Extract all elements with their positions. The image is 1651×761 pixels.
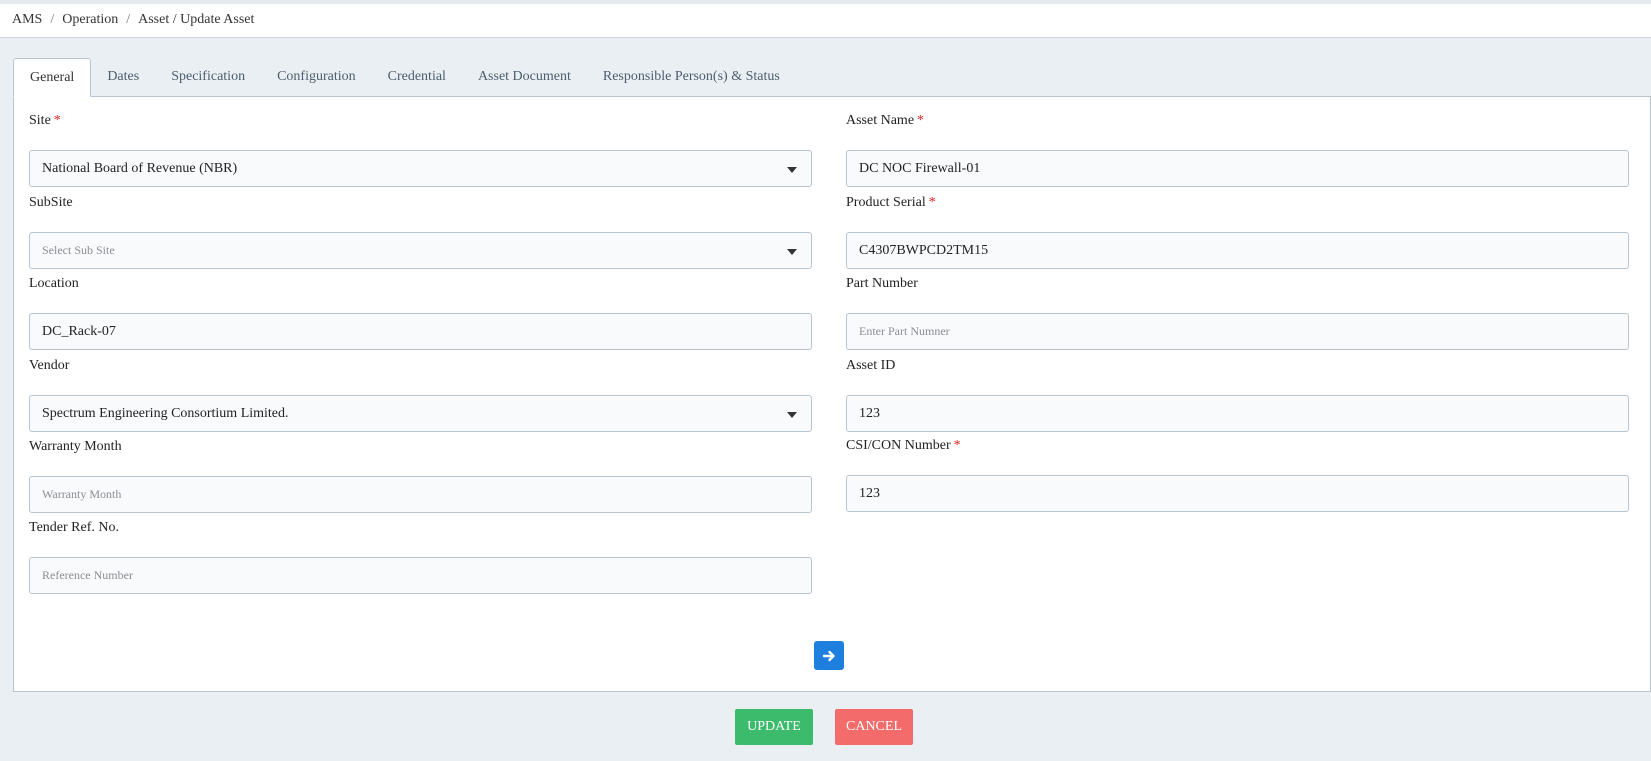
location-label: Location [29,276,79,291]
csi-con-number-input-wrapper [846,475,1629,512]
tab-credential[interactable]: Credential [372,58,462,96]
cancel-button[interactable]: CANCEL [835,709,913,745]
warranty-month-input[interactable] [42,486,799,503]
csi-con-number-input[interactable] [859,485,1616,502]
required-marker: * [917,113,925,128]
breadcrumb-item-operation[interactable]: Operation [62,12,118,28]
product-serial-input[interactable] [859,242,1616,259]
csi-con-number-label-text: CSI/CON Number [846,438,951,453]
tab-specification[interactable]: Specification [155,58,261,96]
location-input-wrapper [29,313,812,350]
part-number-label: Part Number [846,276,918,291]
product-serial-field: Product Serial * [846,192,1629,269]
part-number-input-wrapper [846,313,1629,350]
subsite-label: SubSite [29,195,73,210]
required-marker: * [53,113,61,128]
caret-down-icon [787,411,797,418]
site-label-text: Site [29,113,51,128]
caret-down-icon [787,248,797,255]
required-marker: * [928,195,936,210]
required-marker: * [953,438,961,453]
subsite-select-placeholder: Select Sub Site [42,243,115,257]
caret-down-icon [787,166,797,173]
subsite-select[interactable]: Select Sub Site [29,232,812,269]
csi-con-number-field: CSI/CON Number * [846,435,1629,512]
part-number-field: Part Number [846,273,1629,350]
asset-name-label: Asset Name * [846,110,1629,132]
asset-id-label: Asset ID [846,358,896,373]
general-form-panel: Site * National Board of Revenue (NBR) Su… [13,96,1651,692]
warranty-month-field: Warranty Month [29,436,812,513]
tab-configuration[interactable]: Configuration [261,58,372,96]
warranty-month-label: Warranty Month [29,439,122,454]
subsite-field: SubSite Select Sub Site [29,192,812,269]
site-label: Site * [29,110,812,132]
breadcrumb: AMS / Operation / Asset / Update Asset [12,12,254,28]
tab-bar: General Dates Specification Configuratio… [13,58,796,97]
tab-general[interactable]: General [13,58,92,97]
next-tab-button[interactable] [814,641,844,670]
asset-id-field: Asset ID [846,355,1629,432]
location-input[interactable] [42,323,799,340]
tab-dates[interactable]: Dates [91,58,155,96]
vendor-label: Vendor [29,358,70,373]
product-serial-input-wrapper [846,232,1629,269]
breadcrumb-item-ams[interactable]: AMS [12,12,42,28]
site-select[interactable]: National Board of Revenue (NBR) [29,150,812,187]
breadcrumb-separator: / [126,12,131,27]
tender-ref-field: Tender Ref. No. [29,517,812,594]
tender-ref-label: Tender Ref. No. [29,520,119,535]
tab-asset-document[interactable]: Asset Document [462,58,587,96]
asset-name-field: Asset Name * [846,110,1629,187]
tender-ref-input-wrapper [29,557,812,594]
tender-ref-input[interactable] [42,567,799,584]
vendor-select-value: Spectrum Engineering Consortium Limited. [42,405,289,421]
asset-id-input[interactable] [859,405,1616,422]
asset-name-input-wrapper [846,150,1629,187]
asset-name-label-text: Asset Name [846,113,915,128]
product-serial-label-text: Product Serial [846,195,926,210]
asset-id-input-wrapper [846,395,1629,432]
breadcrumb-separator: / [50,12,55,27]
site-select-value: National Board of Revenue (NBR) [42,160,238,176]
warranty-month-input-wrapper [29,476,812,513]
part-number-input[interactable] [859,323,1616,340]
tab-responsible-persons-status[interactable]: Responsible Person(s) & Status [587,58,796,96]
vendor-select[interactable]: Spectrum Engineering Consortium Limited. [29,395,812,432]
arrow-right-icon [822,650,835,661]
update-button[interactable]: UPDATE [735,709,813,745]
vendor-field: Vendor Spectrum Engineering Consortium L… [29,355,812,432]
breadcrumb-bar: AMS / Operation / Asset / Update Asset [0,4,1651,38]
breadcrumb-item-current: Asset / Update Asset [138,12,255,27]
csi-con-number-label: CSI/CON Number * [846,435,1629,457]
asset-name-input[interactable] [859,160,1616,177]
location-field: Location [29,273,812,350]
site-field: Site * National Board of Revenue (NBR) [29,110,812,187]
product-serial-label: Product Serial * [846,192,1629,214]
